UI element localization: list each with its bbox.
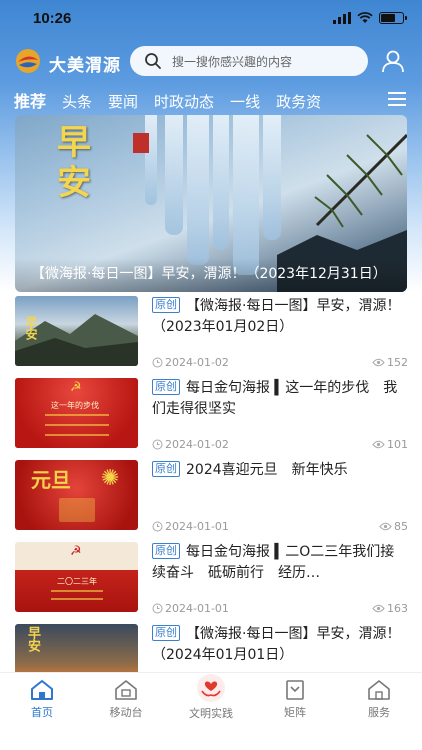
news-meta: 2024-01-01 163 (152, 602, 408, 618)
channel-tabs: 推荐 头条 要闻 时政动态 一线 政务资 (14, 86, 337, 112)
news-meta: 2024-01-02 101 (152, 438, 408, 454)
search-input[interactable]: 搜一搜你感兴趣的内容 (130, 46, 368, 76)
news-date: 2024-01-02 (165, 438, 229, 451)
nav-matrix[interactable]: 矩阵 (260, 679, 330, 720)
news-date: 2024-01-02 (165, 356, 229, 369)
banner-caption: 【微海报·每日一图】早安，渭源！（2023年12月31日） (15, 258, 407, 292)
thumb-text: 这一年的步伐 (51, 401, 99, 410)
news-item[interactable]: 早安 原创 【微海报·每日一图】早安，渭源！（2023年01月02日） 2024-… (0, 296, 422, 378)
tv-icon (115, 680, 137, 700)
thumb-text: 元旦 (31, 468, 71, 492)
firework-icon: ✺ (101, 466, 120, 491)
status-time: 10:26 (33, 10, 72, 27)
nav-civilization[interactable]: 文明实践 (176, 673, 246, 721)
clock-icon (152, 439, 163, 450)
news-views: 163 (387, 602, 408, 615)
original-badge: 原创 (152, 379, 180, 395)
eye-icon (372, 440, 385, 449)
news-body: 原创 2024喜迎元旦 新年快乐 2024-01-01 85 (152, 460, 408, 533)
menu-icon[interactable] (388, 91, 406, 107)
news-meta: 2024-01-01 85 (152, 520, 408, 536)
nav-civilization-label: 文明实践 (189, 707, 233, 720)
news-title: 2024喜迎元旦 新年快乐 (186, 462, 348, 478)
party-emblem-icon: ☭ (70, 544, 82, 559)
news-title: 每日金句海报 ▍二O二三年我们接续奋斗 砥砺前行 经历… (152, 544, 395, 581)
news-body: 原创 每日金句海报 ▍这一年的步伐 我们走得很坚实 2024-01-02 101 (152, 378, 408, 451)
clock-icon (152, 603, 163, 614)
news-title: 【微海报·每日一图】早安，渭源！（2024年01月01日） (152, 626, 401, 663)
thumb-text: 二〇二三年 (57, 577, 97, 586)
search-icon (145, 53, 161, 69)
news-item[interactable]: ☭ 这一年的步伐 原创 每日金句海报 ▍这一年的步伐 我们走得很坚实 2024-0… (0, 378, 422, 460)
clock-icon (152, 521, 163, 532)
original-badge: 原创 (152, 461, 180, 477)
news-meta: 2024-01-02 152 (152, 356, 408, 372)
tab-politics[interactable]: 时政动态 (154, 91, 214, 112)
battery-icon (379, 12, 407, 24)
news-date: 2024-01-01 (165, 602, 229, 615)
news-views: 85 (394, 520, 408, 533)
eye-icon (379, 522, 392, 531)
app-header: 大美渭源 搜一搜你感兴趣的内容 (0, 44, 422, 80)
eye-icon (372, 358, 385, 367)
bottom-nav: 首页 移动台 文明实践 矩阵 服务 (0, 672, 422, 750)
news-body: 原创 每日金句海报 ▍二O二三年我们接续奋斗 砥砺前行 经历… 2024-01-0… (152, 542, 408, 615)
news-thumbnail: 早安 (15, 296, 138, 366)
nav-mobile-tv[interactable]: 移动台 (91, 679, 161, 720)
nav-home-label: 首页 (31, 706, 53, 719)
nav-service-label: 服务 (368, 706, 390, 719)
signal-icon (333, 12, 351, 24)
news-item[interactable]: ☭ 二〇二三年 原创 每日金句海报 ▍二O二三年我们接续奋斗 砥砺前行 经历… 2… (0, 542, 422, 624)
search-placeholder: 搜一搜你感兴趣的内容 (172, 54, 293, 69)
seal-icon (133, 133, 149, 153)
eye-icon (372, 604, 385, 613)
original-badge: 原创 (152, 297, 180, 313)
news-item[interactable]: 元旦 ✺ 原创 2024喜迎元旦 新年快乐 2024-01-01 85 (0, 460, 422, 542)
news-date: 2024-01-01 (165, 520, 229, 533)
thumb-text: 早安 (24, 316, 38, 340)
featured-banner[interactable]: 早安 【微海报·每日一图】早安，渭源！（2023年12月31日） (15, 115, 407, 292)
status-icons (333, 12, 407, 24)
tab-recommend[interactable]: 推荐 (14, 88, 46, 112)
nav-home[interactable]: 首页 (7, 679, 77, 720)
news-thumbnail: ☭ 二〇二三年 (15, 542, 138, 612)
thumb-text: 早安 (25, 626, 40, 652)
nav-matrix-label: 矩阵 (284, 706, 306, 719)
app-title: 大美渭源 (49, 56, 121, 76)
news-thumbnail: 元旦 ✺ (15, 460, 138, 530)
heart-hands-icon (197, 674, 225, 702)
clock-icon (152, 357, 163, 368)
nav-service[interactable]: 服务 (344, 679, 414, 720)
tab-government[interactable]: 政务资 (276, 91, 321, 112)
news-thumbnail: ☭ 这一年的步伐 (15, 378, 138, 448)
service-icon (368, 680, 390, 700)
user-icon[interactable] (380, 48, 406, 74)
matrix-icon (286, 680, 304, 700)
news-views: 101 (387, 438, 408, 451)
news-views: 152 (387, 356, 408, 369)
tab-frontline[interactable]: 一线 (230, 91, 260, 112)
news-title: 【微海报·每日一图】早安，渭源！（2023年01月02日） (152, 298, 401, 335)
home-icon (31, 680, 53, 700)
tab-headlines[interactable]: 头条 (62, 91, 92, 112)
nav-mobile-tv-label: 移动台 (109, 706, 143, 719)
app-logo-icon (16, 49, 40, 73)
wifi-icon (357, 12, 373, 23)
news-body: 原创 【微海报·每日一图】早安，渭源！（2023年01月02日） 2024-01-… (152, 296, 408, 369)
status-bar: 10:26 (0, 0, 422, 40)
banner-poster-text: 早安 (57, 123, 91, 203)
original-badge: 原创 (152, 625, 180, 641)
original-badge: 原创 (152, 543, 180, 559)
tab-news[interactable]: 要闻 (108, 91, 138, 112)
party-emblem-icon: ☭ (70, 380, 82, 395)
news-title: 每日金句海报 ▍这一年的步伐 我们走得很坚实 (152, 380, 398, 417)
